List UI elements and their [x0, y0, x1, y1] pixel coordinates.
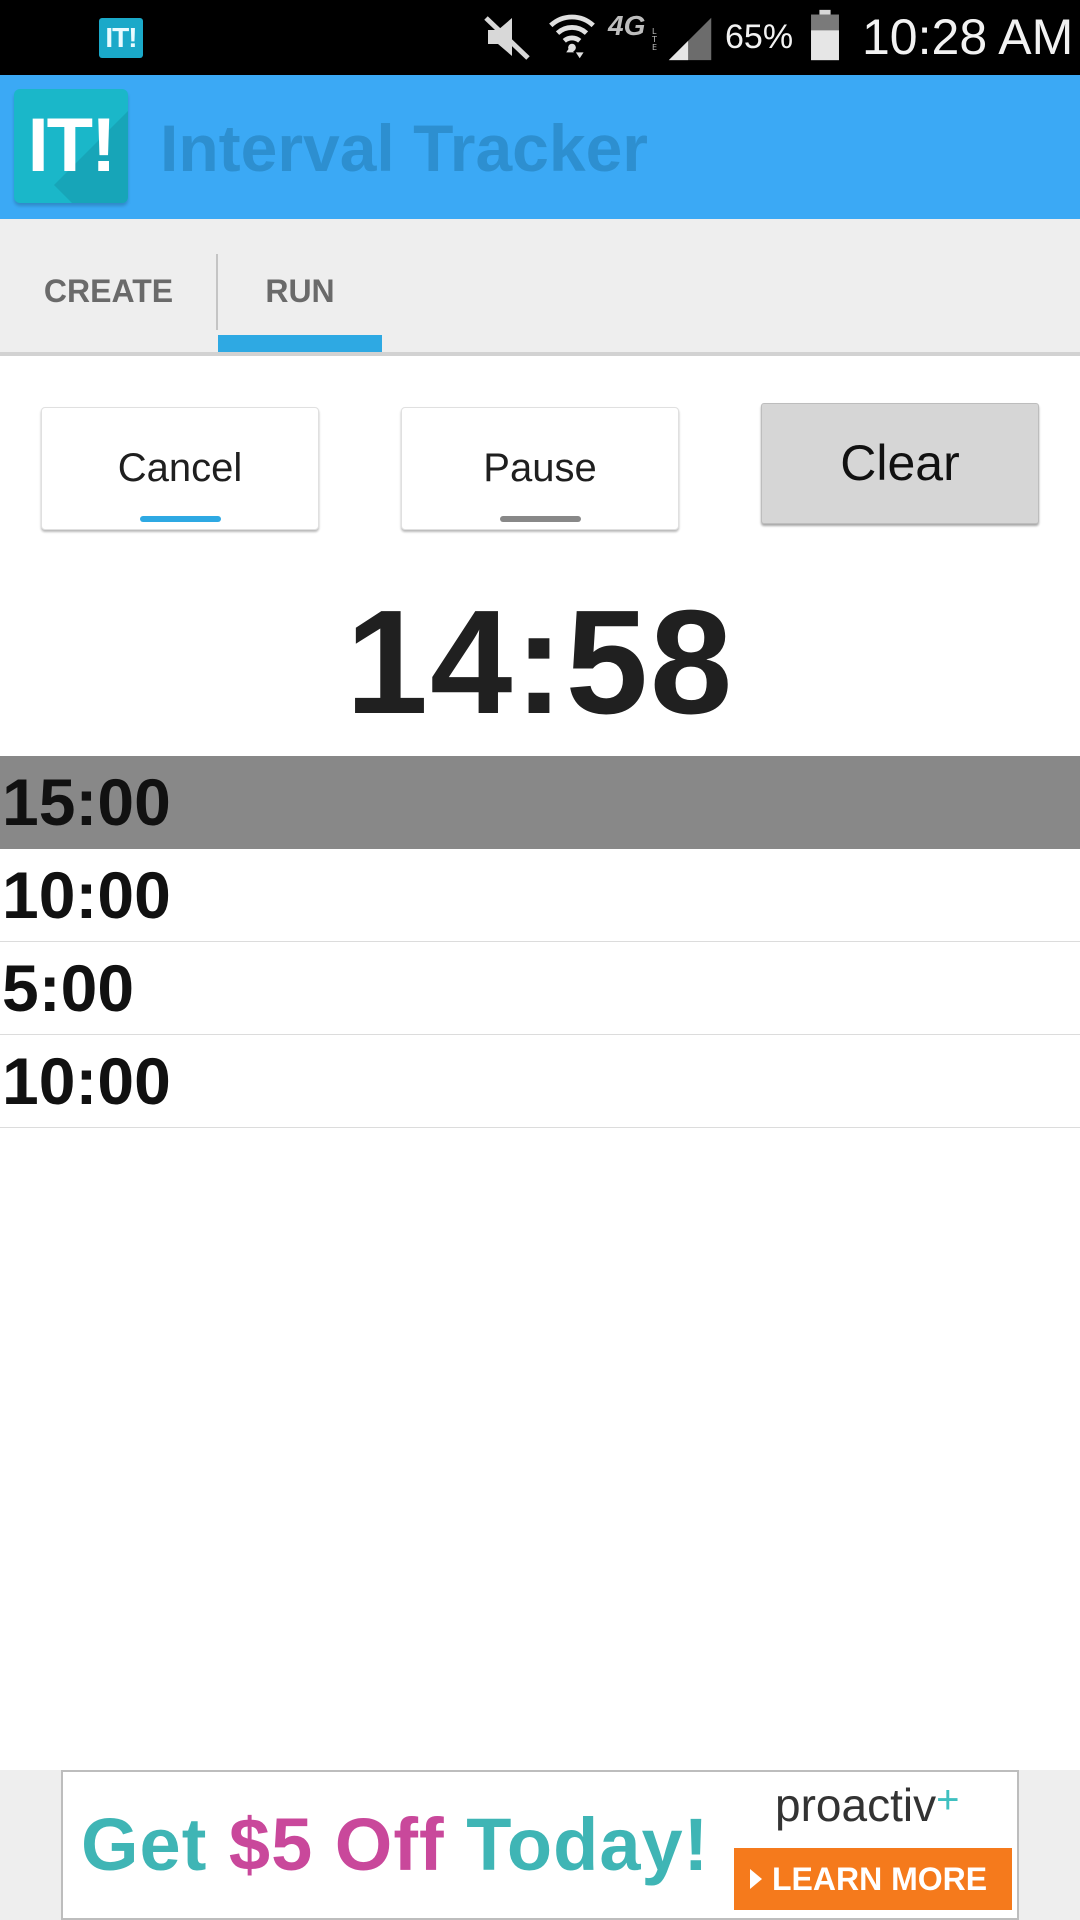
ad-cta-label: LEARN MORE — [772, 1861, 988, 1897]
selected-tab-indicator — [218, 335, 382, 352]
status-bar: IT! 4G L T E 65% 10:28 AM — [0, 0, 1080, 75]
battery-percent: 65% — [725, 18, 794, 56]
interval-row[interactable]: 5:00 — [0, 942, 1080, 1035]
tab-bar: CREATE RUN — [0, 219, 1080, 356]
interval-row-active[interactable]: 15:00 — [0, 756, 1080, 849]
ad-headline-today: Today! — [444, 1803, 710, 1886]
lte-icon: L T E — [651, 27, 657, 52]
tab-run[interactable]: RUN — [218, 219, 382, 352]
tab-create[interactable]: CREATE — [0, 219, 217, 352]
cancel-button-underline — [140, 516, 221, 522]
countdown-timer: 14:58 — [345, 580, 735, 745]
clear-button-label: Clear — [840, 435, 960, 491]
ad-headline: Get $5 Off Today! — [81, 1802, 709, 1887]
ad-brand-logo: proactiv+ — [775, 1778, 959, 1832]
ad-brand-name: proactiv — [775, 1779, 937, 1831]
pause-button-underline — [500, 516, 581, 522]
pause-button[interactable]: Pause — [401, 407, 679, 530]
pause-button-label: Pause — [483, 446, 597, 490]
app-notification-icon: IT! — [99, 18, 143, 58]
play-arrow-icon — [750, 1868, 762, 1889]
signal-icon — [668, 17, 712, 61]
cancel-button[interactable]: Cancel — [41, 407, 319, 530]
ad-banner[interactable]: Get $5 Off Today! proactiv+ LEARN MORE — [61, 1770, 1019, 1920]
interval-list: 15:00 10:00 5:00 10:00 — [0, 756, 1080, 1128]
interval-row[interactable]: 10:00 — [0, 1035, 1080, 1128]
ad-headline-offer: $5 Off — [228, 1803, 445, 1886]
interval-row[interactable]: 10:00 — [0, 849, 1080, 942]
app-logo-text: IT! — [27, 103, 117, 188]
mute-icon — [484, 16, 530, 60]
action-bar: IT! Interval Tracker — [0, 75, 1080, 219]
wifi-icon — [549, 14, 595, 59]
clear-button[interactable]: Clear — [761, 403, 1039, 524]
ad-area: Get $5 Off Today! proactiv+ LEARN MORE — [0, 1770, 1080, 1920]
battery-icon — [811, 9, 839, 61]
cancel-button-label: Cancel — [117, 446, 243, 490]
ad-brand-plus: + — [936, 1778, 960, 1822]
svg-text:E: E — [652, 43, 657, 52]
app-logo: IT! — [14, 89, 128, 203]
ad-headline-get: Get — [81, 1803, 229, 1886]
app-title: Interval Tracker — [160, 111, 648, 185]
network-type-label: 4G — [608, 10, 646, 41]
clock-time: 10:28 AM — [862, 9, 1074, 65]
ad-learn-more-button[interactable]: LEARN MORE — [734, 1848, 1012, 1910]
